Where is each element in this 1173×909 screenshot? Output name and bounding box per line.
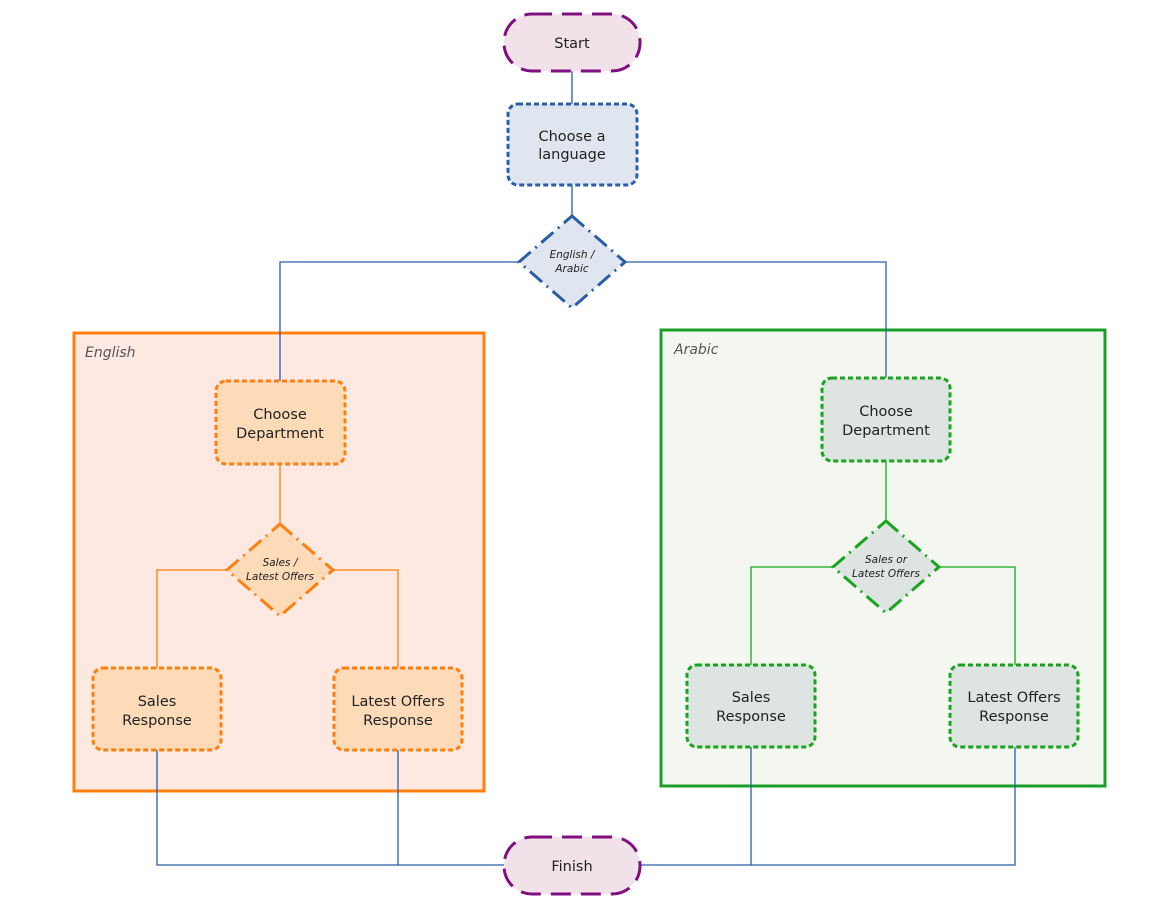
arabic-offers-label-1: Latest Offers [967, 690, 1060, 706]
choose-language-label-2: language [538, 147, 606, 163]
english-offers-response-node: Latest Offers Response [332, 666, 464, 752]
english-sales-label-2: Response [122, 713, 192, 729]
arabic-sales-label-2: Response [716, 709, 786, 725]
language-decision-label-2: Arabic [554, 263, 589, 275]
english-decision-label-2: Latest Offers [246, 571, 314, 583]
english-sales-response-node: Sales Response [91, 666, 223, 752]
arabic-sales-response-node: Sales Response [685, 663, 817, 749]
english-decision-label-1: Sales / [263, 557, 299, 569]
arabic-choose-department-label-2: Department [842, 423, 930, 439]
arabic-offers-response-node: Latest Offers Response [948, 663, 1080, 749]
arabic-decision-label-2: Latest Offers [852, 568, 920, 580]
finish-node: Finish [502, 835, 642, 896]
language-decision-node: English / Arabic [516, 214, 628, 310]
english-choose-department-label-2: Department [236, 426, 324, 442]
english-sales-label-1: Sales [138, 694, 177, 710]
start-node: Start [502, 12, 642, 73]
flowchart: English Arabic Start Choose a language E… [72, 12, 1107, 896]
arabic-choose-department-label-1: Choose [859, 404, 913, 420]
arabic-offers-label-2: Response [979, 709, 1049, 725]
english-offers-label-2: Response [363, 713, 433, 729]
arabic-sales-label-1: Sales [732, 690, 771, 706]
english-offers-label-1: Latest Offers [351, 694, 444, 710]
choose-language-label-1: Choose a [538, 129, 605, 145]
choose-language-node: Choose a language [506, 102, 639, 187]
finish-label: Finish [551, 859, 592, 875]
english-choose-department-label-1: Choose [253, 407, 307, 423]
start-label: Start [554, 36, 590, 52]
arabic-decision-label-1: Sales or [865, 554, 908, 566]
arabic-choose-department-node: Choose Department [820, 376, 952, 463]
group-arabic-label: Arabic [673, 342, 719, 358]
language-decision-label-1: English / [550, 249, 596, 261]
group-english-label: English [85, 345, 136, 361]
english-choose-department-node: Choose Department [214, 379, 347, 466]
